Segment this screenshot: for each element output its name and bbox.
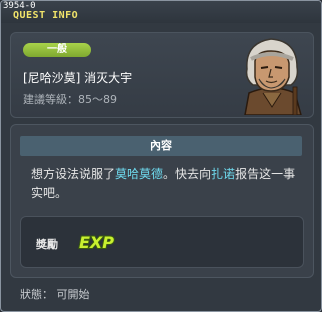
npc-name-highlight: 莫哈莫德	[115, 167, 164, 181]
exp-icon-text: EXP	[79, 233, 114, 252]
content-heading: 內容	[20, 136, 302, 156]
quest-header-card: 一般 [尼哈沙莫] 消灭大宇 建議等級：85～89	[10, 32, 314, 118]
title-bar[interactable]: 3954-0 QUEST INFO	[1, 1, 321, 23]
description-text: 想方设法说服了	[31, 167, 116, 181]
old-man-portrait-icon	[244, 38, 302, 115]
reward-label: 獎勵	[36, 238, 58, 251]
content-panel: 內容 想方设法说服了莫哈莫德。快去向扎诺报告这一事实吧。 獎勵 EXP	[10, 124, 314, 278]
reward-box: 獎勵 EXP	[20, 216, 304, 268]
quest-info-window: 3954-0 QUEST INFO 一般 [尼哈沙莫] 消灭大宇 建議等級：85…	[0, 0, 322, 312]
recommend-level: 建議等級：85～89	[23, 93, 117, 106]
quest-description: 想方设法说服了莫哈莫德。快去向扎诺报告这一事实吧。	[31, 165, 301, 203]
quest-name: [尼哈沙莫] 消灭大宇	[23, 71, 133, 85]
window-title: QUEST INFO	[13, 10, 79, 21]
npc-name-highlight: 扎诺	[211, 167, 236, 181]
quest-status: 狀態： 可開始	[20, 288, 90, 301]
category-badge: 一般	[23, 43, 91, 57]
description-text: 。快去向	[163, 167, 212, 181]
exp-icon[interactable]: EXP	[77, 229, 117, 253]
